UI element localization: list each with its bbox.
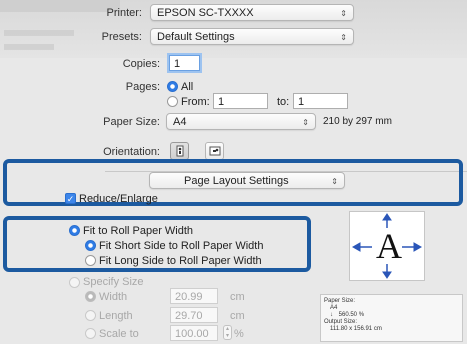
panel-popup[interactable]: Page Layout Settings ⇕ bbox=[149, 172, 345, 189]
page-preview: A bbox=[349, 211, 425, 281]
presets-popup[interactable]: Default Settings ⇕ bbox=[150, 28, 354, 45]
pages-label: Pages: bbox=[125, 81, 160, 93]
pages-from-label: From: bbox=[181, 96, 210, 108]
down-arrow-icon: ↓ bbox=[330, 312, 333, 318]
pages-all-radio[interactable] bbox=[167, 81, 178, 92]
pages-to-label: to: bbox=[277, 96, 290, 108]
updown-arrows-icon: ⇕ bbox=[340, 9, 347, 18]
width-radio[interactable] bbox=[85, 291, 96, 302]
portrait-button[interactable] bbox=[170, 142, 189, 160]
specify-size-label: Specify Size bbox=[83, 276, 144, 288]
fit-roll-radio[interactable] bbox=[69, 225, 80, 236]
fit-short-label: Fit Short Side to Roll Paper Width bbox=[99, 240, 264, 252]
landscape-button[interactable] bbox=[205, 142, 224, 160]
panel-popup-value: Page Layout Settings bbox=[184, 175, 289, 187]
copies-field[interactable]: 1 bbox=[169, 55, 200, 71]
updown-arrows-icon: ⇕ bbox=[340, 33, 347, 42]
portrait-icon bbox=[176, 145, 184, 157]
updown-arrows-icon: ⇕ bbox=[331, 177, 338, 186]
specify-size-radio[interactable] bbox=[69, 277, 80, 288]
length-unit: cm bbox=[230, 310, 245, 322]
copies-label: Copies: bbox=[122, 58, 160, 70]
width-label: Width bbox=[99, 291, 128, 303]
printer-value: EPSON SC-TXXXX bbox=[157, 7, 254, 19]
scale-label: Scale to bbox=[99, 328, 139, 340]
pages-to-field[interactable]: 1 bbox=[293, 93, 348, 109]
preview-letter: A bbox=[376, 226, 402, 266]
scale-field[interactable]: 100.00 bbox=[170, 325, 218, 341]
width-unit: cm bbox=[230, 291, 245, 303]
paper-size-popup[interactable]: A4 ⇕ bbox=[166, 113, 316, 130]
length-field[interactable]: 29.70 bbox=[170, 307, 218, 323]
width-field[interactable]: 20.99 bbox=[170, 288, 218, 304]
size-info-box: Paper Size: A4 ↓ 560.50 % Output Size: 1… bbox=[320, 294, 463, 342]
length-label: Length bbox=[99, 310, 133, 322]
paper-size-label: Paper Size: bbox=[103, 116, 160, 128]
fit-short-radio[interactable] bbox=[85, 240, 96, 251]
reduce-enlarge-label: Reduce/Enlarge bbox=[79, 193, 158, 205]
presets-label: Presets: bbox=[101, 31, 142, 43]
pages-all-label: All bbox=[181, 81, 194, 93]
printer-label: Printer: bbox=[106, 7, 142, 19]
fit-roll-label: Fit to Roll Paper Width bbox=[83, 225, 194, 237]
pages-from-radio[interactable] bbox=[167, 96, 178, 107]
fit-long-radio[interactable] bbox=[85, 255, 96, 266]
info-paper-size-label: Paper Size: bbox=[324, 298, 356, 304]
scale-unit: % bbox=[234, 328, 244, 340]
paper-size-value: A4 bbox=[173, 116, 187, 128]
reduce-enlarge-checkbox[interactable]: ✓ bbox=[65, 193, 76, 204]
orientation-label: Orientation: bbox=[103, 146, 160, 158]
fit-long-label: Fit Long Side to Roll Paper Width bbox=[99, 255, 262, 267]
printer-popup[interactable]: EPSON SC-TXXXX ⇕ bbox=[150, 4, 354, 21]
blurred-background bbox=[4, 44, 54, 50]
landscape-icon bbox=[209, 146, 221, 156]
info-paper-size-value: A4 bbox=[330, 305, 338, 311]
info-output-size-value: 111.80 x 156.91 cm bbox=[330, 326, 382, 332]
info-scale-value: 560.50 % bbox=[338, 312, 365, 318]
updown-arrows-icon: ⇕ bbox=[302, 118, 309, 127]
paper-dimensions: 210 by 297 mm bbox=[323, 116, 392, 127]
scale-radio[interactable] bbox=[85, 328, 96, 339]
scale-stepper[interactable]: ▴ ▾ bbox=[223, 325, 232, 340]
pages-from-field[interactable]: 1 bbox=[213, 93, 268, 109]
length-radio[interactable] bbox=[85, 310, 96, 321]
presets-value: Default Settings bbox=[157, 31, 235, 43]
info-output-size-label: Output Size: bbox=[324, 319, 358, 325]
